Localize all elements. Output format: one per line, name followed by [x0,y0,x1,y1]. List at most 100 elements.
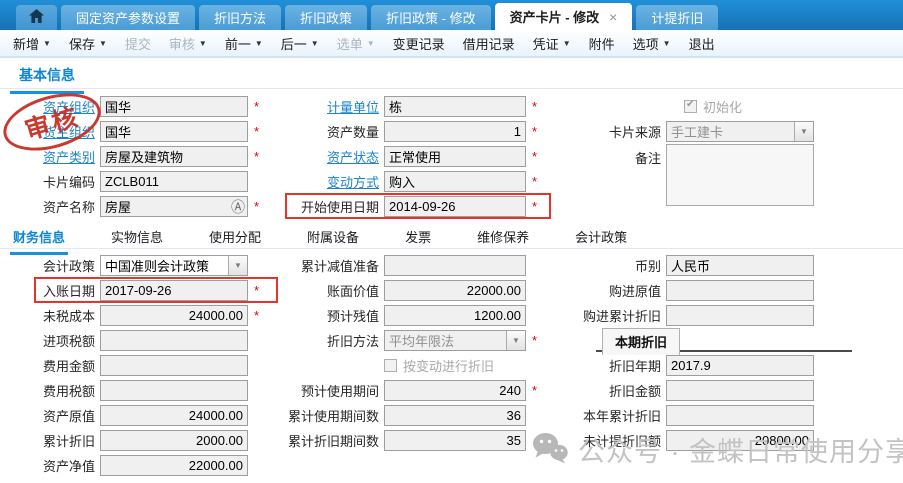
field-label: 币别 [558,256,666,275]
multilingual-icon[interactable]: Ⓐ [231,197,245,217]
field-input[interactable] [100,330,248,351]
app-tab[interactable]: 计提折旧 [636,5,718,30]
app-tab[interactable]: 折旧政策 - 修改 [371,5,491,30]
field-input[interactable]: 240 [384,380,526,401]
detail-tab[interactable]: 实物信息 [108,222,166,255]
field-input[interactable]: 国华 [100,96,248,117]
required-asterisk: * [532,199,540,214]
toolbar-button-label: 凭证 [533,34,559,53]
toolbar-button[interactable]: 附件 [580,34,624,53]
field-input[interactable]: 1 [384,121,526,142]
field-input[interactable] [666,305,814,326]
tab-home[interactable] [16,5,57,30]
field-row: 预计使用期间240* [288,378,540,403]
field-input[interactable]: 购入 [384,171,526,192]
toolbar-button-label: 审核 [169,34,195,53]
detail-tab[interactable]: 财务信息 [10,222,68,255]
field-input[interactable]: 正常使用 [384,146,526,167]
field-row: 费用税额 [0,378,262,403]
remark-textarea[interactable] [666,144,814,206]
toolbar-button[interactable]: 凭证 ▼ [524,34,580,53]
field-label-link[interactable]: 变动方式 [288,172,384,191]
field-row: 费用金额 [0,353,262,378]
chevron-down-icon[interactable]: ▼ [311,39,319,48]
app-tab[interactable]: 折旧方法 [199,5,281,30]
chevron-down-icon[interactable]: ▼ [255,39,263,48]
field-row: 备注 [558,144,814,210]
field-row: 开始使用日期2014-09-26* [288,194,540,219]
detail-tab[interactable]: 发票 [402,222,434,255]
toolbar-button[interactable]: 保存▼ [60,34,116,53]
field-input[interactable]: ZCLB011 [100,171,248,192]
field-input[interactable] [666,380,814,401]
field-input[interactable]: 24000.00 [100,305,248,326]
chevron-down-icon[interactable]: ▼ [563,39,571,48]
field-input[interactable]: 24000.00 [100,405,248,426]
content-area: 基本信息 审核 资产组织国华*货主组织国华*资产类别房屋及建筑物*卡片编码ZCL… [0,58,903,481]
field-label-link[interactable]: 计量单位 [288,97,384,116]
detail-tab[interactable]: 使用分配 [206,222,264,255]
chevron-down-icon[interactable]: ▼ [663,39,671,48]
field-input[interactable]: 2000.00 [100,430,248,451]
field-value: 2017.9 [667,358,813,373]
field-row: 计量单位栋* [288,94,540,119]
field-input[interactable] [100,355,248,376]
required-asterisk: * [254,99,262,114]
finance-col2: 累计减值准备账面价值22000.00预计残值1200.00折旧方法平均年限法▼*… [288,253,540,453]
field-input[interactable]: 2017.9 [666,355,814,376]
field-input[interactable]: 2014-09-26 [384,196,526,217]
field-input[interactable]: 36 [384,405,526,426]
toolbar-button-label: 前一 [225,34,251,53]
app-tab[interactable]: 固定资产参数设置 [61,5,195,30]
detail-tab[interactable]: 维修保养 [474,222,532,255]
detail-tab[interactable]: 会计政策 [572,222,630,255]
field-input[interactable] [666,280,814,301]
app-tab[interactable]: 资产卡片 - 修改× [495,3,633,30]
toolbar-button[interactable]: 变更记录 [384,34,454,53]
field-row: 资产净值22000.00 [0,453,262,478]
chevron-down-icon[interactable]: ▼ [99,39,107,48]
field-input[interactable]: 人民币 [666,255,814,276]
toolbar-button[interactable]: 新增▼ [4,34,60,53]
dropdown-arrow-icon[interactable]: ▼ [794,122,813,141]
field-input[interactable] [100,380,248,401]
field-input[interactable]: 平均年限法▼ [384,330,526,351]
toolbar-button[interactable]: 借用记录 [454,34,524,53]
field-input[interactable]: 22000.00 [100,455,248,476]
toolbar-button[interactable]: 选项▼ [624,34,680,53]
field-row: 卡片编码ZCLB011 [0,169,262,194]
chevron-down-icon[interactable]: ▼ [43,39,51,48]
toolbar-button[interactable]: 前一 ▼ [216,34,272,53]
field-input[interactable]: 2017-09-26 [100,280,248,301]
field-input[interactable]: 中国准则会计政策▼ [100,255,248,276]
toolbar-button[interactable]: 退出 [680,34,724,53]
field-input[interactable]: 35 [384,430,526,451]
field-input[interactable] [666,405,814,426]
field-label-link[interactable]: 资产类别 [0,147,100,166]
field-row: 累计折旧期间数35 [288,428,540,453]
field-input[interactable]: 国华 [100,121,248,142]
toolbar: 新增▼保存▼提交审核▼前一▼后一▼选单▼变更记录借用记录凭证▼附件选项▼退出 [0,30,903,58]
field-input[interactable]: 房屋及建筑物 [100,146,248,167]
card-source-dropdown[interactable]: 手工建卡 ▼ [666,121,814,142]
field-value: 国华 [101,122,247,141]
field-input[interactable]: 1200.00 [384,305,526,326]
field-input[interactable]: 22000.00 [384,280,526,301]
toolbar-button[interactable]: 后一▼ [272,34,328,53]
field-label: 资产名称 [0,197,100,216]
initialized-checkbox[interactable] [684,100,697,113]
field-label-link[interactable]: 资产状态 [288,147,384,166]
checkbox[interactable] [384,359,397,372]
finance-col3: 币别人民币购进原值购进累计折旧本期折旧折旧年期2017.9折旧金额本年累计折旧未… [558,253,814,453]
required-asterisk: * [254,308,262,323]
tab-close-icon[interactable]: × [609,9,617,25]
field-label: 卡片来源 [558,122,666,141]
dropdown-arrow-icon[interactable]: ▼ [228,256,247,275]
detail-tab[interactable]: 附属设备 [304,222,362,255]
field-input[interactable]: 栋 [384,96,526,117]
field-input[interactable] [384,255,526,276]
field-input[interactable]: 房屋Ⓐ [100,196,248,217]
field-value: 正常使用 [385,147,525,166]
dropdown-arrow-icon[interactable]: ▼ [506,331,525,350]
app-tab[interactable]: 折旧政策 [285,5,367,30]
